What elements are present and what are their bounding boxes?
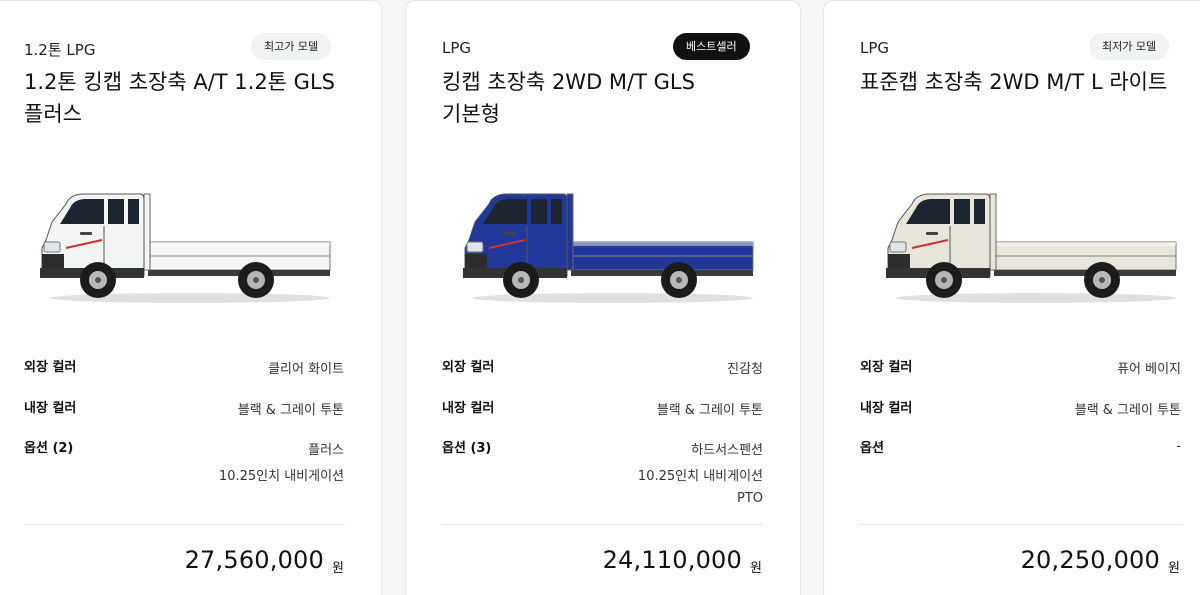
price-value: 27,560,000: [184, 546, 324, 574]
exterior-color-label: 외장 컬러: [442, 360, 495, 375]
divider: [860, 524, 1181, 525]
currency-unit: 원: [750, 561, 762, 576]
model-title: 1.2톤 킹캡 초장축 A/T 1.2톤 GLS 플러스: [24, 70, 335, 126]
option-item: PTO: [736, 491, 763, 506]
options-label: 옵션 (3): [442, 441, 492, 456]
model-title: 표준캡 초장축 2WD M/T L 라이트: [860, 70, 1168, 94]
lowest-price-badge: 최저가 모델: [1089, 33, 1170, 60]
fuel-type: LPG: [442, 39, 472, 57]
currency-unit: 원: [1168, 561, 1180, 576]
exterior-color-value: 진감청: [727, 362, 763, 377]
beige-truck-image: [886, 182, 1178, 307]
exterior-color-value: 클리어 화이트: [268, 362, 344, 377]
option-item: 10.25인치 내비게이션: [637, 469, 763, 484]
options-label: 옵션 (2): [24, 441, 74, 456]
interior-color-label: 내장 컬러: [442, 401, 495, 416]
option-item: 플러스: [308, 443, 344, 458]
blue-truck-image: [463, 182, 755, 307]
exterior-color-label: 외장 컬러: [860, 360, 913, 375]
interior-color-label: 내장 컬러: [24, 401, 77, 416]
interior-color-value: 블랙 & 그레이 투톤: [237, 403, 344, 418]
interior-color-value: 블랙 & 그레이 투톤: [656, 403, 763, 418]
bestseller-badge: 베스트셀러: [673, 33, 750, 60]
price-value: 24,110,000: [602, 546, 742, 574]
white-truck-image: [40, 182, 332, 307]
option-item: 10.25인치 내비게이션: [218, 469, 344, 484]
price-value: 20,250,000: [1020, 546, 1160, 574]
fuel-type: 1.2톤 LPG: [24, 41, 96, 59]
fuel-type: LPG: [860, 39, 890, 57]
interior-color-label: 내장 컬러: [860, 401, 913, 416]
currency-unit: 원: [332, 561, 344, 576]
divider: [24, 524, 345, 525]
interior-color-value: 블랙 & 그레이 투톤: [1074, 403, 1181, 418]
option-item: 하드서스펜션: [691, 443, 763, 458]
exterior-color-value: 퓨어 베이지: [1117, 362, 1181, 377]
divider: [442, 524, 763, 525]
exterior-color-label: 외장 컬러: [24, 360, 77, 375]
options-label: 옵션: [860, 441, 884, 456]
top-price-badge: 최고가 모델: [251, 33, 332, 60]
model-title: 킹캡 초장축 2WD M/T GLS 기본형: [442, 70, 695, 126]
option-item: -: [1176, 439, 1181, 454]
